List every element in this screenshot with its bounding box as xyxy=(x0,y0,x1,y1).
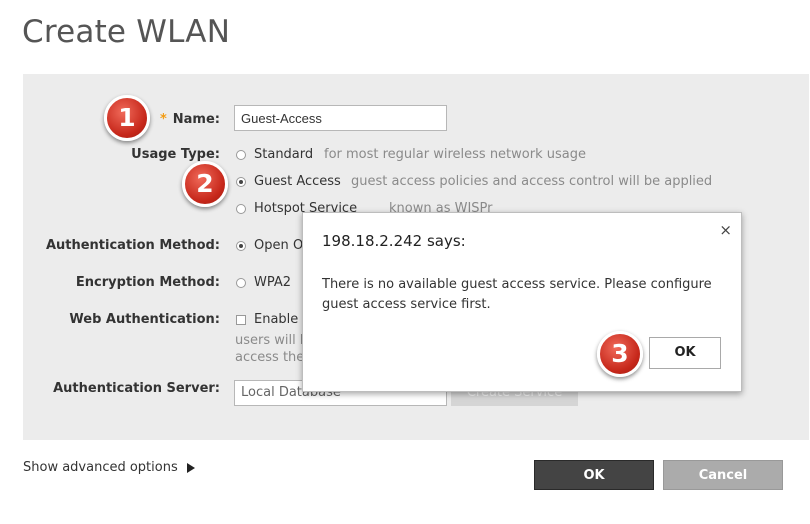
close-icon[interactable]: × xyxy=(719,221,732,239)
name-label-text: Name: xyxy=(172,112,220,127)
auth-method-label: Authentication Method: xyxy=(45,238,220,253)
usage-type-label: Usage Type: xyxy=(131,147,220,162)
step-3-badge: 3 xyxy=(597,331,643,377)
usage-guest-access-label[interactable]: Guest Access xyxy=(254,174,341,189)
auth-open-radio[interactable] xyxy=(236,241,246,251)
usage-guest-access-hint: guest access policies and access control… xyxy=(351,174,713,189)
usage-standard-radio[interactable] xyxy=(236,150,246,160)
ok-button[interactable]: OK xyxy=(534,460,654,490)
required-marker: * xyxy=(159,112,167,127)
web-auth-label: Web Authentication: xyxy=(69,312,220,327)
usage-standard-label[interactable]: Standard xyxy=(254,147,313,162)
alert-dialog: 198.18.2.242 says: × There is no availab… xyxy=(302,212,742,392)
name-input[interactable] xyxy=(234,105,447,131)
encryption-wpa2-radio[interactable] xyxy=(236,278,246,288)
dialog-message: There is no available guest access servi… xyxy=(322,277,712,312)
web-auth-note-line1: users will b xyxy=(235,333,309,348)
show-advanced-options-label[interactable]: Show advanced options xyxy=(23,460,178,475)
cancel-button[interactable]: Cancel xyxy=(663,460,783,490)
web-auth-note-line2: access the xyxy=(235,350,305,365)
show-advanced-options-link[interactable]: Show advanced options xyxy=(23,460,195,475)
encryption-wpa2-label[interactable]: WPA2 xyxy=(254,275,291,290)
step-1-badge: 1 xyxy=(104,95,150,141)
usage-standard-hint: for most regular wireless network usage xyxy=(324,147,586,162)
dialog-title: 198.18.2.242 says: xyxy=(322,232,466,250)
expand-triangle-icon xyxy=(186,462,195,473)
auth-open-label[interactable]: Open xyxy=(254,238,289,253)
page-title: Create WLAN xyxy=(22,14,231,50)
encryption-method-label: Encryption Method: xyxy=(75,275,220,290)
step-2-badge: 2 xyxy=(182,161,228,207)
usage-hotspot-radio[interactable] xyxy=(236,204,246,214)
web-auth-checkbox[interactable] xyxy=(236,315,246,325)
auth-server-label: Authentication Server: xyxy=(53,381,220,396)
dialog-ok-button[interactable]: OK xyxy=(649,337,721,369)
usage-guest-access-radio[interactable] xyxy=(236,177,246,187)
